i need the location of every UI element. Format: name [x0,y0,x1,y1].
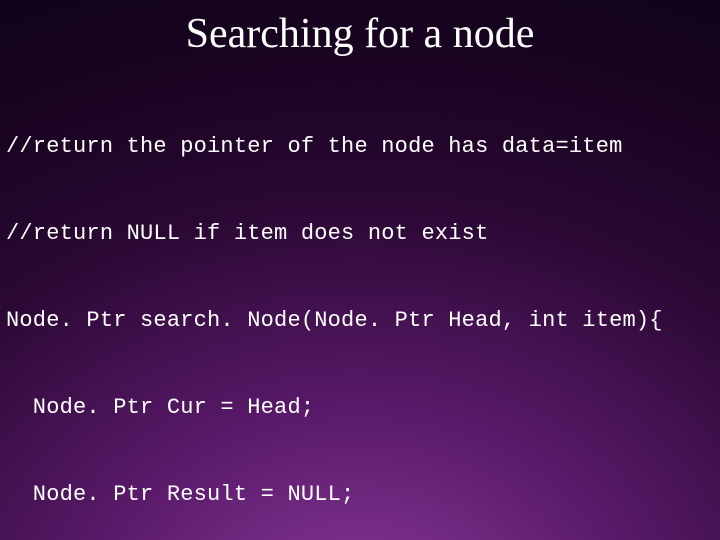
code-line: //return NULL if item does not exist [6,219,720,248]
slide: Searching for a node //return the pointe… [0,0,720,540]
code-line: Node. Ptr search. Node(Node. Ptr Head, i… [6,306,720,335]
slide-title: Searching for a node [0,10,720,58]
code-block: //return the pointer of the node has dat… [6,74,720,540]
code-line: //return the pointer of the node has dat… [6,132,720,161]
code-line: Node. Ptr Cur = Head; [6,393,720,422]
code-line: Node. Ptr Result = NULL; [6,480,720,509]
